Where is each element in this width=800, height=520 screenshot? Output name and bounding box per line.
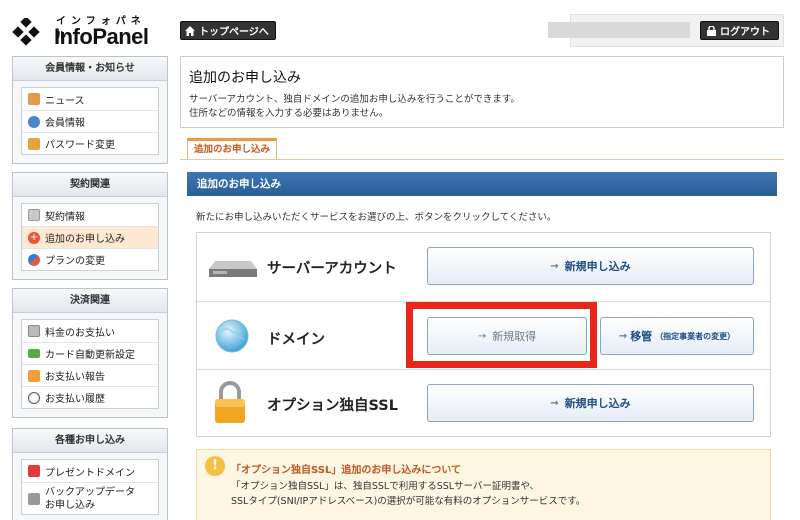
refresh-icon — [28, 253, 40, 266]
button-label: 新規申し込み — [564, 397, 631, 410]
sidebar-item-member-info[interactable]: 会員情報 — [22, 110, 158, 132]
service-row-server: サーバーアカウント → 新規申し込み — [197, 233, 770, 301]
arrow-right-icon: → — [550, 260, 559, 272]
sidebar-payment-box: 決済関連 料金のお支払い カード自動更新設定 お支払い報告 お支払い履歴 — [12, 288, 168, 418]
server-icon — [209, 261, 257, 277]
sidebar-item-payment-report[interactable]: お支払い報告 — [22, 364, 158, 386]
notice-line2: SSLタイプ(SNI/IPアドレスベース)の選択が可能な有料のオプションサービス… — [231, 496, 586, 507]
sidebar-item-password[interactable]: パスワード変更 — [22, 132, 158, 154]
service-name-server: サーバーアカウント — [267, 261, 397, 277]
sidebar-item-present-domain[interactable]: プレゼントドメイン — [22, 460, 158, 482]
highlight-annotation-box — [406, 302, 597, 368]
notice-title: 「オプション独自SSL」追加のお申し込みについて — [231, 465, 462, 476]
service-name-domain: ドメイン — [267, 332, 325, 348]
page-header-box: 追加のお申し込み サーバーアカウント、独自ドメインの追加お申し込みを行うことがで… — [180, 56, 784, 128]
page-description-line1: サーバーアカウント、独自ドメインの追加お申し込みを行うことができます。 — [189, 94, 520, 105]
sidebar-contract-list: 契約情報 + 追加のお申し込み プランの変更 — [21, 203, 159, 271]
sidebar-item-label: お支払い報告 — [45, 372, 105, 383]
megaphone-icon — [28, 93, 40, 105]
sidebar-member-title: 会員情報・お知らせ — [13, 57, 167, 81]
contract-document-icon — [28, 209, 40, 221]
logo-name: InfoPanel — [54, 24, 149, 49]
transfer-note: （指定事業者の変更） — [655, 331, 736, 341]
notice-line1: 「オプション独自SSL」は、独自SSLで利用するSSLサーバー証明書や、 — [231, 481, 540, 492]
sidebar-item-label: 追加のお申し込み — [45, 234, 125, 245]
server-new-application-button[interactable]: → 新規申し込み — [427, 247, 754, 285]
sidebar-contract-title: 契約関連 — [13, 173, 167, 197]
credit-card-icon — [28, 349, 40, 358]
backup-label-line2: お申し込み — [45, 499, 95, 511]
sidebar-applications-list: プレゼントドメイン バックアップデータ お申し込み — [21, 459, 159, 515]
sidebar-item-backup-data[interactable]: バックアップデータ お申し込み — [22, 482, 158, 514]
gift-icon — [28, 465, 40, 477]
arrow-right-icon: → — [618, 330, 628, 342]
button-label: 移管 — [630, 330, 653, 343]
user-icon — [28, 115, 40, 128]
sidebar-item-label: 料金のお支払い — [45, 327, 115, 339]
logout-label: ログアウト — [720, 27, 770, 38]
infopanel-logo[interactable]: インフォパネル InfoPanel — [10, 10, 160, 50]
sidebar-item-label: パスワード変更 — [45, 140, 115, 151]
add-circle-icon: + — [28, 231, 40, 244]
sidebar-item-label: プレゼントドメイン — [45, 467, 135, 479]
sidebar-item-payment-history[interactable]: お支払い履歴 — [22, 386, 158, 408]
page-description-line2: 住所などの情報を入力する必要はありません。 — [189, 108, 389, 119]
ssl-new-application-button[interactable]: → 新規申し込み — [427, 384, 754, 422]
sidebar-payment-list: 料金のお支払い カード自動更新設定 お支払い報告 お支払い履歴 — [21, 319, 159, 409]
home-icon — [185, 25, 195, 36]
sidebar-item-label: バックアップデータ お申し込み — [45, 486, 135, 512]
backup-icon — [28, 492, 40, 505]
padlock-icon — [28, 137, 40, 150]
logout-button[interactable]: ログアウト — [700, 21, 779, 40]
sidebar-applications-title: 各種お申し込み — [13, 429, 167, 453]
speech-bubble-icon — [28, 369, 40, 382]
padlock-ssl-icon — [215, 381, 245, 423]
sidebar-item-label: 契約情報 — [45, 211, 85, 223]
logo-mark-icon — [12, 18, 40, 46]
service-name-ssl: オプション独自SSL — [267, 398, 398, 414]
notice-text: 「オプション独自SSL」は、独自SSLで利用するSSLサーバー証明書や、 SSL… — [231, 479, 585, 509]
button-label: 新規申し込み — [564, 260, 631, 273]
service-row-ssl: オプション独自SSL → 新規申し込み — [197, 369, 770, 437]
exclamation-icon: ! — [205, 456, 225, 476]
sidebar-member-list: ニュース 会員情報 パスワード変更 — [21, 87, 159, 155]
top-page-label: トップページへ — [199, 27, 269, 38]
sidebar-item-card-renewal[interactable]: カード自動更新設定 — [22, 342, 158, 364]
ssl-notice-box: ! 「オプション独自SSL」追加のお申し込みについて 「オプション独自SSL」は… — [196, 449, 771, 520]
domain-transfer-button[interactable]: → 移管 （指定事業者の変更） — [600, 317, 754, 355]
tab-additional-application[interactable]: 追加のお申し込み — [187, 138, 277, 160]
arrow-right-icon: → — [550, 397, 559, 409]
sidebar-item-plan-change[interactable]: プランの変更 — [22, 248, 158, 270]
sidebar-contract-box: 契約関連 契約情報 + 追加のお申し込み プランの変更 — [12, 172, 168, 280]
sidebar-payment-title: 決済関連 — [13, 289, 167, 313]
sidebar-member-box: 会員情報・お知らせ ニュース 会員情報 パスワード変更 — [12, 56, 168, 164]
sidebar-item-label: カード自動更新設定 — [45, 350, 135, 361]
tab-divider — [180, 159, 784, 160]
lock-icon — [707, 25, 716, 36]
clock-icon — [28, 391, 40, 404]
calculator-icon — [28, 325, 40, 337]
sidebar-item-label: プランの変更 — [45, 256, 105, 267]
sidebar-item-label: ニュース — [45, 95, 85, 107]
sidebar-item-contract-info[interactable]: 契約情報 — [22, 204, 158, 226]
user-name-redacted — [548, 22, 690, 38]
sidebar-applications-box: 各種お申し込み プレゼントドメイン バックアップデータ お申し込み — [12, 428, 168, 520]
sidebar-item-label: 会員情報 — [45, 118, 85, 129]
section-instruction: 新たにお申し込みいただくサービスをお選びの上、ボタンをクリックしてください。 — [196, 212, 557, 223]
sidebar-item-news[interactable]: ニュース — [22, 88, 158, 110]
section-title: 追加のお申し込み — [187, 172, 777, 196]
sidebar-item-label: お支払い履歴 — [45, 394, 105, 405]
sidebar-item-payment[interactable]: 料金のお支払い — [22, 320, 158, 342]
top-page-button[interactable]: トップページへ — [180, 21, 276, 40]
backup-label-line1: バックアップデータ — [45, 486, 135, 498]
sidebar-item-additional-application[interactable]: + 追加のお申し込み — [22, 226, 158, 248]
globe-icon — [215, 319, 249, 353]
page-title: 追加のお申し込み — [189, 70, 301, 86]
